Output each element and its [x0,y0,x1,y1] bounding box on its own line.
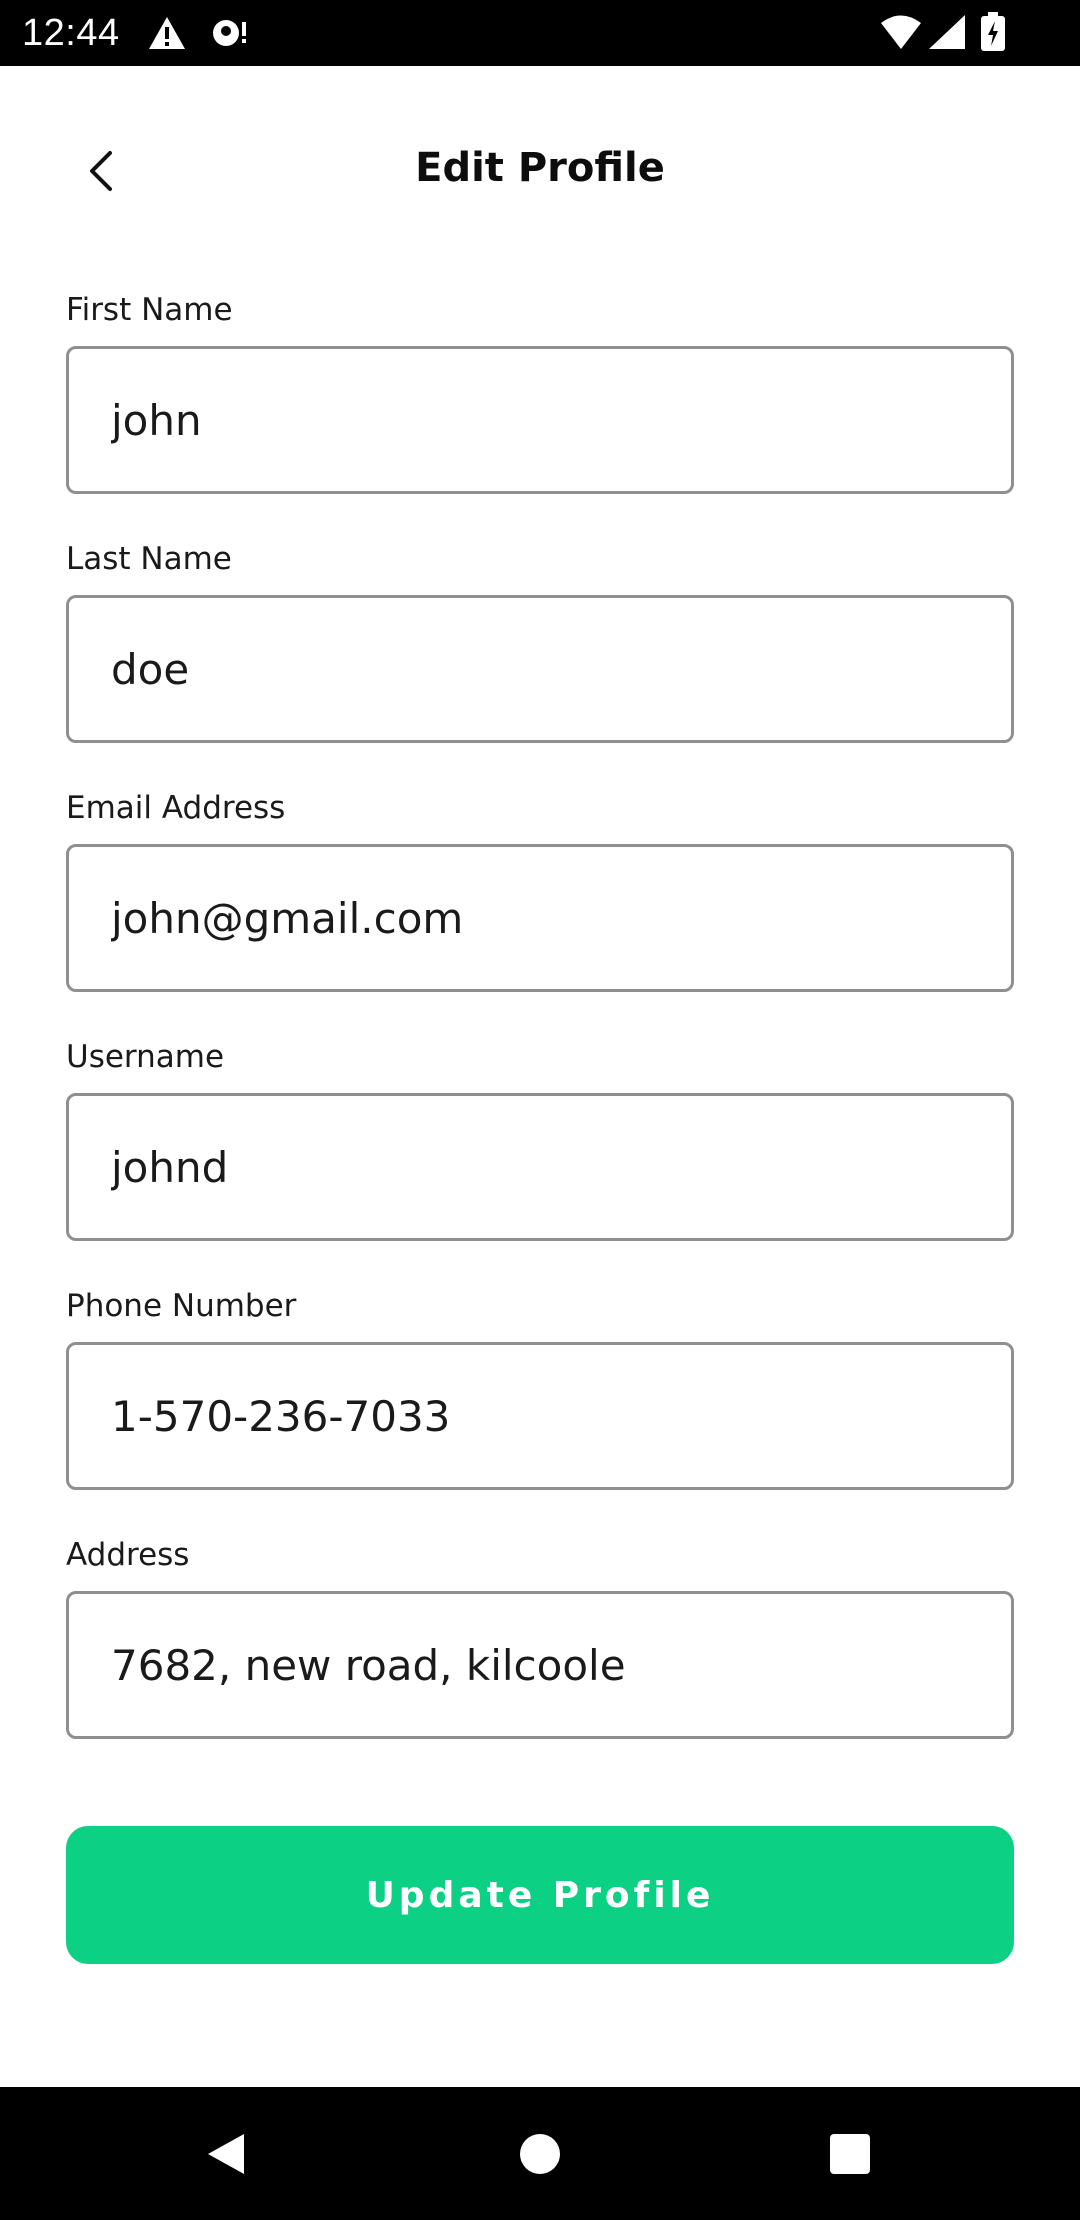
notification-icon [213,20,246,46]
battery-charging-icon [981,12,1005,51]
status-time: 12:44 [22,12,120,54]
email-field: Email Address [66,788,1014,1037]
email-input[interactable] [66,844,1014,992]
last-name-field: Last Name [66,539,1014,788]
wifi-icon [881,15,921,49]
last-name-input[interactable] [66,595,1014,743]
system-nav-bar [0,2087,1080,2220]
phone-label: Phone Number [66,1288,297,1324]
first-name-field: First Name [66,290,1014,539]
username-field: Username [66,1037,1014,1286]
header: Edit Profile [0,66,1080,266]
nav-home-icon [520,2133,560,2174]
edit-profile-form: First Name Last Name Email Address Usern… [66,290,1014,1784]
page-title: Edit Profile [415,145,665,191]
first-name-label: First Name [66,292,233,328]
warning-icon [149,17,185,49]
last-name-label: Last Name [66,541,232,577]
address-label: Address [66,1537,190,1573]
username-input[interactable] [66,1093,1014,1241]
username-label: Username [66,1039,225,1075]
nav-home-button[interactable] [480,2087,600,2220]
status-bar: 12:44 [0,0,1080,66]
first-name-input[interactable] [66,346,1014,494]
nav-recents-button[interactable] [790,2087,910,2220]
nav-recents-icon [830,2133,870,2174]
phone-field: Phone Number [66,1286,1014,1535]
update-profile-button[interactable]: Update Profile [66,1826,1014,1964]
nav-back-icon [208,2133,244,2174]
address-input[interactable] [66,1591,1014,1739]
nav-back-button[interactable] [166,2087,286,2220]
address-field: Address [66,1535,1014,1784]
email-label: Email Address [66,790,286,826]
signal-icon [929,15,965,49]
phone-input[interactable] [66,1342,1014,1490]
